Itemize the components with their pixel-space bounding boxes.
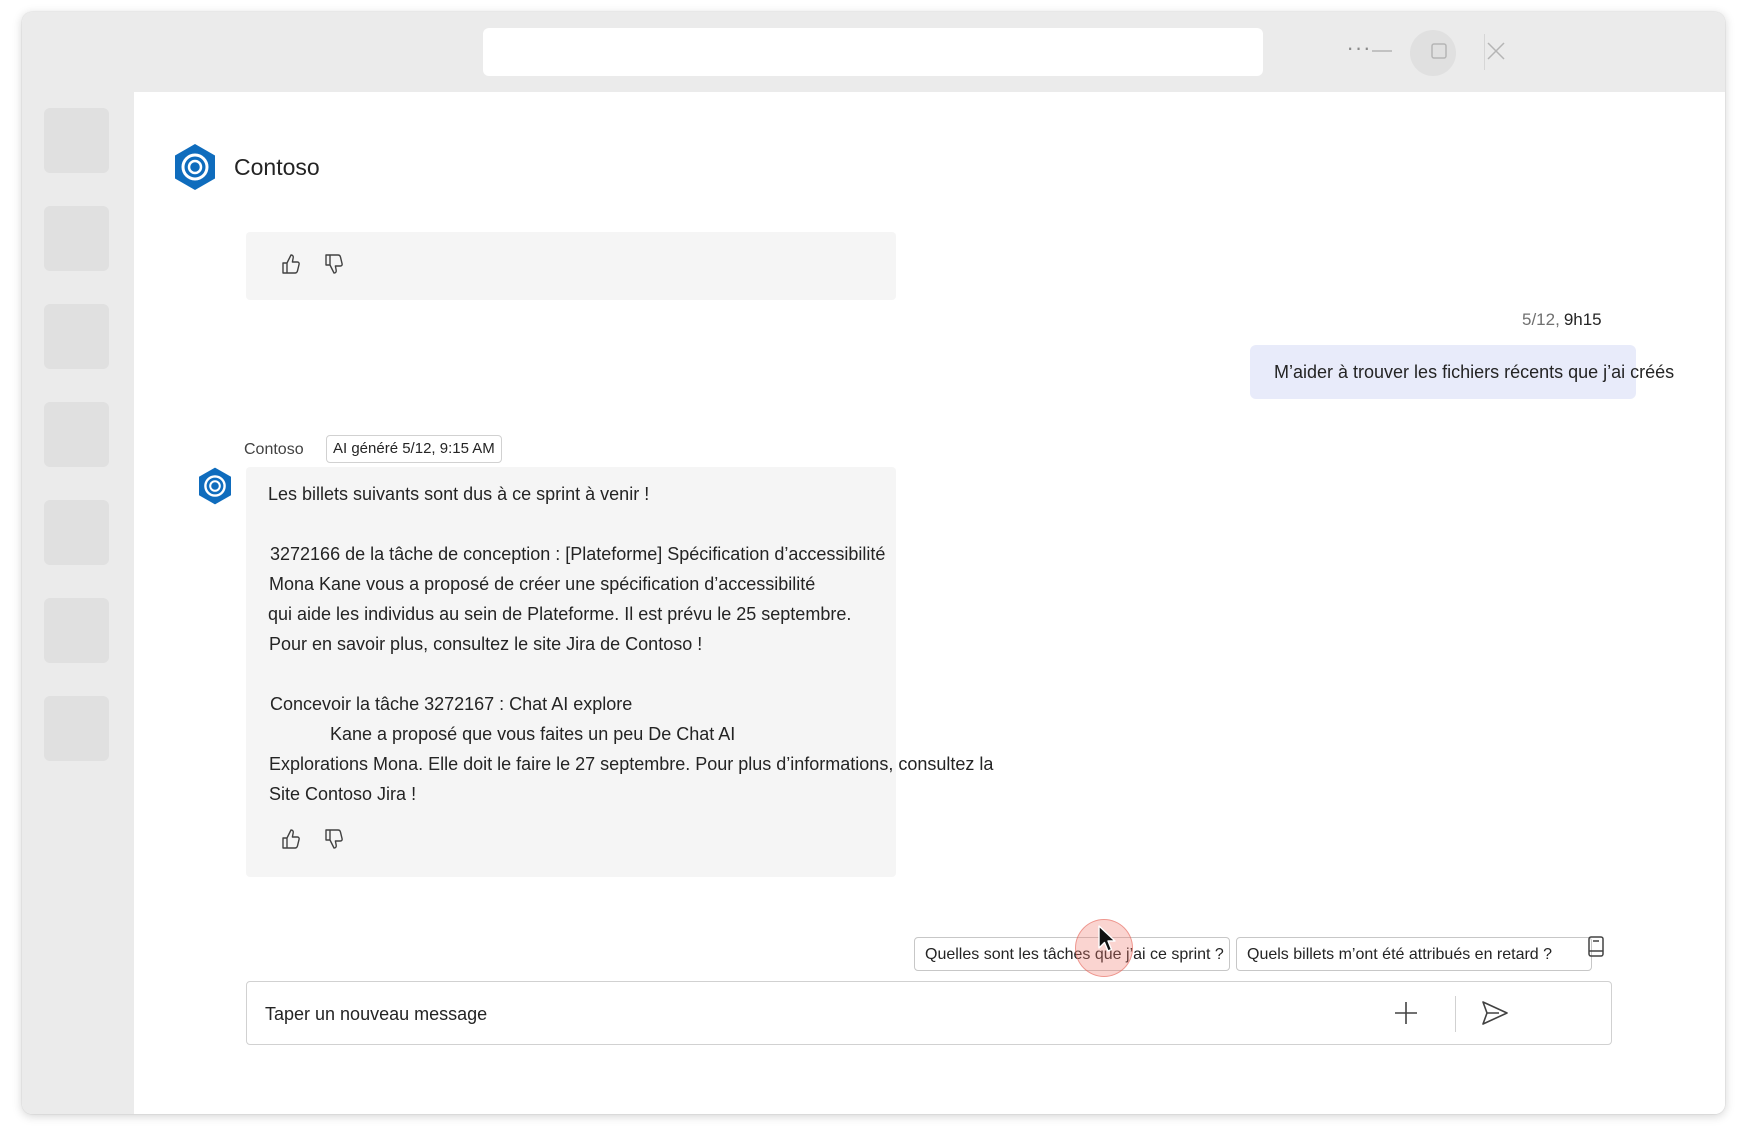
app-window: ··· Contoso 5/12, 9h15 M’aider à trouver… bbox=[22, 12, 1725, 1114]
message-composer bbox=[246, 981, 1612, 1046]
user-message-timestamp: 5/12, 9h15 bbox=[1522, 310, 1602, 330]
bot-message-line: Mona Kane vous a proposé de créer une sp… bbox=[269, 574, 816, 594]
bot-message-line: Pour en savoir plus, consultez le site J… bbox=[269, 634, 703, 654]
dislike-button[interactable] bbox=[323, 252, 345, 276]
ai-generated-tag: AI généré 5/12, 9:15 AM bbox=[326, 435, 502, 463]
attach-button[interactable] bbox=[1390, 997, 1422, 1029]
title-bar: ··· bbox=[22, 12, 1725, 92]
bot-message-line: Les billets suivants sont dus à ce sprin… bbox=[268, 484, 650, 504]
app-title: Contoso bbox=[234, 154, 320, 180]
book-icon bbox=[1588, 936, 1604, 957]
bot-message-line: Concevoir la tâche 3272167 : Chat AI exp… bbox=[270, 694, 633, 714]
minimize-button[interactable] bbox=[1367, 36, 1397, 66]
close-button[interactable] bbox=[1481, 36, 1511, 66]
rail-item[interactable] bbox=[44, 304, 109, 369]
like-button[interactable] bbox=[280, 827, 302, 851]
send-icon bbox=[1482, 1001, 1508, 1025]
chat-main: Contoso 5/12, 9h15 M’aider à trouver les … bbox=[134, 92, 1725, 1114]
dislike-button[interactable] bbox=[323, 827, 345, 851]
maximize-icon bbox=[1431, 43, 1447, 59]
message-date: 5/12, bbox=[1522, 310, 1560, 329]
maximize-button[interactable] bbox=[1424, 36, 1454, 66]
rail-item[interactable] bbox=[44, 206, 109, 271]
search-box[interactable] bbox=[483, 28, 1263, 76]
bot-message-bubble bbox=[246, 467, 896, 877]
thumbs-down-icon bbox=[325, 829, 343, 849]
bot-sender-name: Contoso bbox=[244, 441, 304, 458]
user-message-text: M’aider à trouver les fichiers récents q… bbox=[1274, 362, 1675, 382]
thumbs-up-icon bbox=[282, 829, 300, 849]
bot-message-line: Explorations Mona. Elle doit le faire le… bbox=[269, 754, 994, 774]
suggestion-chip[interactable]: Quels billets m’ont été attribués en ret… bbox=[1236, 937, 1592, 971]
rail-item[interactable] bbox=[44, 402, 109, 467]
bot-avatar-icon bbox=[199, 467, 231, 505]
bot-message-line: 3272166 de la tâche de conception : [Pla… bbox=[270, 544, 886, 564]
plus-icon bbox=[1395, 1002, 1417, 1024]
mouse-pointer-icon bbox=[1098, 925, 1116, 952]
message-input[interactable] bbox=[263, 982, 1347, 1046]
close-icon bbox=[1487, 42, 1505, 60]
composer-divider bbox=[1455, 996, 1456, 1032]
previous-bot-message bbox=[246, 232, 896, 300]
send-button[interactable] bbox=[1479, 997, 1511, 1029]
suggestions-book-icon[interactable] bbox=[1585, 935, 1607, 959]
rail-item[interactable] bbox=[44, 500, 109, 565]
rail-item[interactable] bbox=[44, 598, 109, 663]
message-time: 9h15 bbox=[1563, 310, 1602, 329]
thumbs-down-icon bbox=[325, 254, 343, 274]
app-rail bbox=[22, 92, 134, 1114]
bot-message-line: Site Contoso Jira ! bbox=[269, 784, 417, 804]
like-button[interactable] bbox=[280, 252, 302, 276]
rail-item[interactable] bbox=[44, 696, 109, 761]
bot-message-line: qui aide les individus au sein de Platef… bbox=[268, 604, 852, 624]
minimize-icon bbox=[1372, 50, 1392, 52]
contoso-logo-icon bbox=[175, 144, 215, 190]
rail-item[interactable] bbox=[44, 108, 109, 173]
thumbs-up-icon bbox=[282, 254, 300, 274]
suggestion-chip[interactable]: Quelles sont les tâches que j’ai ce spri… bbox=[914, 937, 1230, 971]
bot-message-line: Kane a proposé que vous faites un peu De… bbox=[330, 724, 736, 744]
